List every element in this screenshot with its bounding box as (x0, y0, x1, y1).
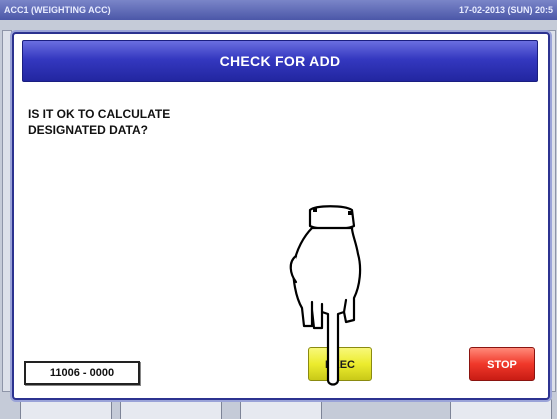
check-for-add-dialog: CHECK FOR ADD IS IT OK TO CALCULATE DESI… (12, 32, 550, 400)
message-code: 11006 - 0000 (24, 361, 140, 385)
background-left-edge (2, 30, 12, 392)
background-tab (240, 398, 322, 419)
background-tab (120, 398, 222, 419)
stop-button[interactable]: STOP (469, 347, 535, 381)
date-time: 17-02-2013 (SUN) 20:5 (458, 5, 553, 15)
message-line-1: IS IT OK TO CALCULATE (28, 107, 171, 121)
app-title: ACC1 (WEIGHTING ACC) (4, 5, 111, 15)
message-line-2: DESIGNATED DATA? (28, 123, 148, 137)
status-bar: ACC1 (WEIGHTING ACC) 17-02-2013 (SUN) 20… (0, 0, 557, 20)
background-tab (450, 398, 552, 419)
background-tab (20, 398, 112, 419)
pointing-hand-icon (289, 205, 362, 386)
dialog-message: IS IT OK TO CALCULATE DESIGNATED DATA? (28, 106, 170, 138)
app-screen: ACC1 (WEIGHTING ACC) 17-02-2013 (SUN) 20… (0, 0, 557, 419)
dialog-title: CHECK FOR ADD (22, 40, 538, 82)
